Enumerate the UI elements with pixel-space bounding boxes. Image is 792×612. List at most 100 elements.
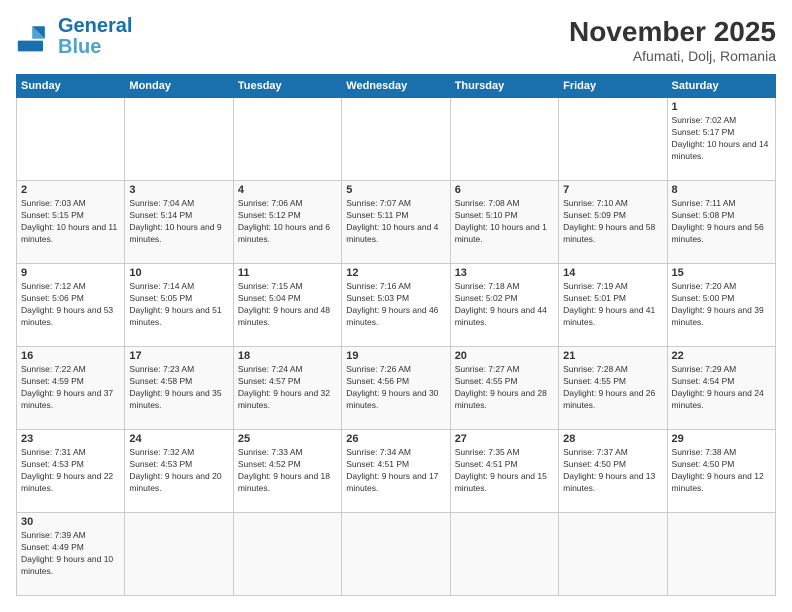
col-monday: Monday	[125, 75, 233, 98]
day-info: Sunrise: 7:35 AM Sunset: 4:51 PM Dayligh…	[455, 447, 554, 495]
calendar-cell: 6Sunrise: 7:08 AM Sunset: 5:10 PM Daylig…	[450, 181, 558, 264]
calendar-cell: 1Sunrise: 7:02 AM Sunset: 5:17 PM Daylig…	[667, 98, 775, 181]
day-number: 1	[672, 101, 771, 113]
day-info: Sunrise: 7:10 AM Sunset: 5:09 PM Dayligh…	[563, 198, 662, 246]
calendar-cell: 16Sunrise: 7:22 AM Sunset: 4:59 PM Dayli…	[17, 347, 125, 430]
logo-text: GeneralBlue	[58, 16, 132, 58]
day-number: 14	[563, 267, 662, 279]
day-number: 3	[129, 184, 228, 196]
day-number: 10	[129, 267, 228, 279]
day-info: Sunrise: 7:32 AM Sunset: 4:53 PM Dayligh…	[129, 447, 228, 495]
day-info: Sunrise: 7:06 AM Sunset: 5:12 PM Dayligh…	[238, 198, 337, 246]
day-number: 22	[672, 350, 771, 362]
day-info: Sunrise: 7:38 AM Sunset: 4:50 PM Dayligh…	[672, 447, 771, 495]
day-info: Sunrise: 7:04 AM Sunset: 5:14 PM Dayligh…	[129, 198, 228, 246]
col-friday: Friday	[559, 75, 667, 98]
calendar-cell: 3 Sunrise: 7:04 AM Sunset: 5:14 PM Daylig…	[125, 181, 233, 264]
day-number: 13	[455, 267, 554, 279]
day-number: 24	[129, 433, 228, 445]
day-info: Sunrise: 7:08 AM Sunset: 5:10 PM Dayligh…	[455, 198, 554, 246]
day-info: Sunrise: 7:19 AM Sunset: 5:01 PM Dayligh…	[563, 281, 662, 329]
col-saturday: Saturday	[667, 75, 775, 98]
calendar-cell: 22 Sunrise: 7:29 AM Sunset: 4:54 PM Dayli…	[667, 347, 775, 430]
day-number: 27	[455, 433, 554, 445]
calendar-cell	[559, 513, 667, 596]
calendar-cell: 7Sunrise: 7:10 AM Sunset: 5:09 PM Daylig…	[559, 181, 667, 264]
day-info: Sunrise: 7:27 AM Sunset: 4:55 PM Dayligh…	[455, 364, 554, 412]
day-number: 25	[238, 433, 337, 445]
day-info: Sunrise: 7:03 AM Sunset: 5:15 PM Dayligh…	[21, 198, 120, 246]
calendar-cell	[125, 98, 233, 181]
calendar-cell	[125, 513, 233, 596]
day-number: 5	[346, 184, 445, 196]
location: Afumati, Dolj, Romania	[569, 48, 776, 64]
day-info: Sunrise: 7:34 AM Sunset: 4:51 PM Dayligh…	[346, 447, 445, 495]
calendar-cell: 21 Sunrise: 7:28 AM Sunset: 4:55 PM Dayli…	[559, 347, 667, 430]
calendar-cell	[450, 513, 558, 596]
day-info: Sunrise: 7:11 AM Sunset: 5:08 PM Dayligh…	[672, 198, 771, 246]
calendar-cell	[559, 98, 667, 181]
day-number: 4	[238, 184, 337, 196]
calendar-cell: 19Sunrise: 7:26 AM Sunset: 4:56 PM Dayli…	[342, 347, 450, 430]
day-info: Sunrise: 7:28 AM Sunset: 4:55 PM Dayligh…	[563, 364, 662, 412]
calendar-cell	[667, 513, 775, 596]
day-number: 21	[563, 350, 662, 362]
page: GeneralBlue November 2025 Afumati, Dolj,…	[0, 0, 792, 612]
day-number: 30	[21, 516, 120, 528]
day-number: 15	[672, 267, 771, 279]
calendar-cell	[233, 513, 341, 596]
day-number: 8	[672, 184, 771, 196]
col-tuesday: Tuesday	[233, 75, 341, 98]
day-number: 26	[346, 433, 445, 445]
calendar-cell: 11 Sunrise: 7:15 AM Sunset: 5:04 PM Dayli…	[233, 264, 341, 347]
calendar-cell: 30 Sunrise: 7:39 AM Sunset: 4:49 PM Dayli…	[17, 513, 125, 596]
calendar-cell	[450, 98, 558, 181]
calendar-cell: 23 Sunrise: 7:31 AM Sunset: 4:53 PM Dayli…	[17, 430, 125, 513]
month-year: November 2025	[569, 16, 776, 48]
calendar-cell	[17, 98, 125, 181]
calendar-week-row-0: 1Sunrise: 7:02 AM Sunset: 5:17 PM Daylig…	[17, 98, 776, 181]
day-info: Sunrise: 7:16 AM Sunset: 5:03 PM Dayligh…	[346, 281, 445, 329]
calendar-cell: 14 Sunrise: 7:19 AM Sunset: 5:01 PM Dayli…	[559, 264, 667, 347]
day-number: 29	[672, 433, 771, 445]
day-number: 12	[346, 267, 445, 279]
day-number: 11	[238, 267, 337, 279]
day-info: Sunrise: 7:37 AM Sunset: 4:50 PM Dayligh…	[563, 447, 662, 495]
col-thursday: Thursday	[450, 75, 558, 98]
calendar-cell: 25Sunrise: 7:33 AM Sunset: 4:52 PM Dayli…	[233, 430, 341, 513]
day-info: Sunrise: 7:15 AM Sunset: 5:04 PM Dayligh…	[238, 281, 337, 329]
calendar-header-row: Sunday Monday Tuesday Wednesday Thursday…	[17, 75, 776, 98]
day-number: 19	[346, 350, 445, 362]
day-number: 23	[21, 433, 120, 445]
header: GeneralBlue November 2025 Afumati, Dolj,…	[16, 16, 776, 64]
calendar-cell: 8 Sunrise: 7:11 AM Sunset: 5:08 PM Daylig…	[667, 181, 775, 264]
day-number: 28	[563, 433, 662, 445]
calendar-cell	[342, 98, 450, 181]
calendar-cell: 27 Sunrise: 7:35 AM Sunset: 4:51 PM Dayli…	[450, 430, 558, 513]
day-info: Sunrise: 7:29 AM Sunset: 4:54 PM Dayligh…	[672, 364, 771, 412]
calendar-cell: 29 Sunrise: 7:38 AM Sunset: 4:50 PM Dayli…	[667, 430, 775, 513]
day-number: 20	[455, 350, 554, 362]
day-info: Sunrise: 7:14 AM Sunset: 5:05 PM Dayligh…	[129, 281, 228, 329]
day-info: Sunrise: 7:18 AM Sunset: 5:02 PM Dayligh…	[455, 281, 554, 329]
calendar-cell: 10 Sunrise: 7:14 AM Sunset: 5:05 PM Dayli…	[125, 264, 233, 347]
day-info: Sunrise: 7:23 AM Sunset: 4:58 PM Dayligh…	[129, 364, 228, 412]
logo: GeneralBlue	[16, 16, 132, 58]
logo-icon	[16, 19, 52, 55]
calendar-cell	[342, 513, 450, 596]
calendar-cell: 4 Sunrise: 7:06 AM Sunset: 5:12 PM Daylig…	[233, 181, 341, 264]
day-info: Sunrise: 7:22 AM Sunset: 4:59 PM Dayligh…	[21, 364, 120, 412]
title-block: November 2025 Afumati, Dolj, Romania	[569, 16, 776, 64]
calendar-cell: 17Sunrise: 7:23 AM Sunset: 4:58 PM Dayli…	[125, 347, 233, 430]
day-number: 9	[21, 267, 120, 279]
day-number: 2	[21, 184, 120, 196]
calendar-cell	[233, 98, 341, 181]
calendar-week-row-5: 30 Sunrise: 7:39 AM Sunset: 4:49 PM Dayli…	[17, 513, 776, 596]
day-info: Sunrise: 7:39 AM Sunset: 4:49 PM Dayligh…	[21, 530, 120, 578]
col-sunday: Sunday	[17, 75, 125, 98]
day-info: Sunrise: 7:31 AM Sunset: 4:53 PM Dayligh…	[21, 447, 120, 495]
calendar-table: Sunday Monday Tuesday Wednesday Thursday…	[16, 74, 776, 596]
calendar-cell: 12 Sunrise: 7:16 AM Sunset: 5:03 PM Dayli…	[342, 264, 450, 347]
calendar-week-row-3: 16Sunrise: 7:22 AM Sunset: 4:59 PM Dayli…	[17, 347, 776, 430]
day-info: Sunrise: 7:20 AM Sunset: 5:00 PM Dayligh…	[672, 281, 771, 329]
